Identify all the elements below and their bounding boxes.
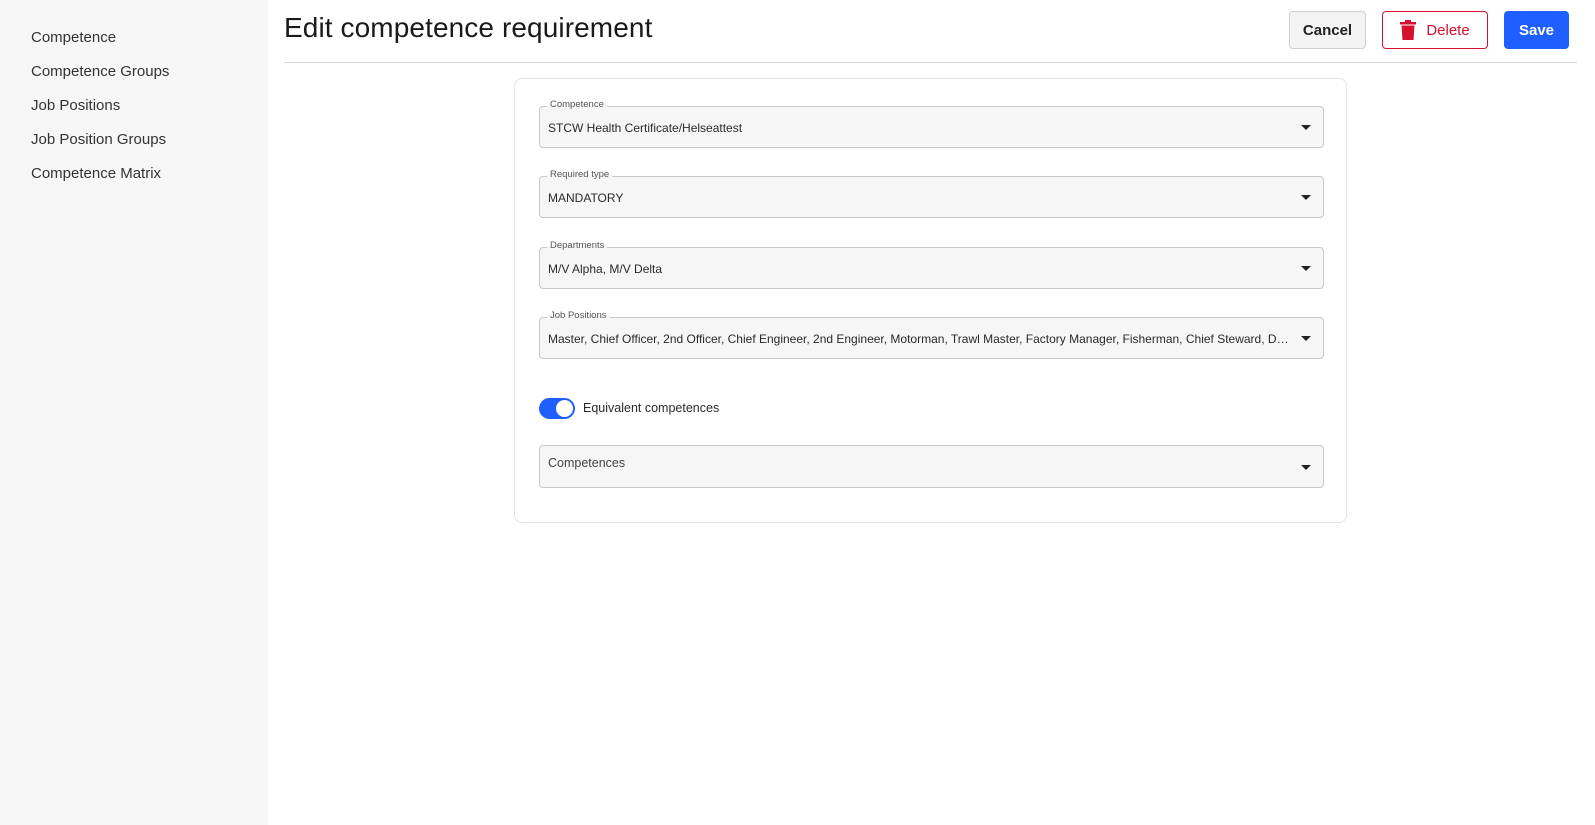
competence-select-value: STCW Health Certificate/Helseattest — [548, 121, 743, 135]
equivalent-competences-toggle[interactable] — [539, 397, 575, 419]
cancel-button-label: Cancel — [1302, 21, 1353, 39]
caret-down-icon — [1301, 336, 1311, 341]
competence-select-label: Competence — [547, 99, 607, 110]
sidebar-item-job-positions[interactable]: Job Positions — [0, 92, 268, 126]
competences-select-placeholder: Competences — [548, 456, 626, 470]
delete-button[interactable]: Delete — [1382, 11, 1488, 49]
main-content: Edit competence requirement Cancel Delet… — [268, 0, 1595, 825]
sidebar-item-competence-matrix[interactable]: Competence Matrix — [0, 160, 268, 194]
job-positions-select-value: Master, Chief Officer, 2nd Officer, Chie… — [548, 332, 1293, 346]
competence-requirement-form: Competence STCW Health Certificate/Helse… — [514, 78, 1347, 523]
caret-down-icon — [1301, 266, 1311, 271]
required-type-select[interactable]: Required type MANDATORY — [539, 169, 1324, 218]
caret-down-icon — [1301, 465, 1311, 470]
sidebar-item-competence[interactable]: Competence — [0, 24, 268, 58]
caret-down-icon — [1301, 195, 1311, 200]
sidebar-item-job-position-groups[interactable]: Job Position Groups — [0, 126, 268, 160]
caret-down-icon — [1301, 125, 1311, 130]
job-positions-select[interactable]: Job Positions Master, Chief Officer, 2nd… — [539, 310, 1324, 359]
competence-select[interactable]: Competence STCW Health Certificate/Helse… — [539, 99, 1324, 148]
delete-button-label: Delete — [1426, 21, 1470, 39]
header-actions: Cancel Delete Save — [1289, 11, 1569, 49]
required-type-select-label: Required type — [547, 169, 613, 180]
sidebar-item-competence-groups[interactable]: Competence Groups — [0, 58, 268, 92]
required-type-select-value: MANDATORY — [548, 191, 624, 205]
save-button[interactable]: Save — [1504, 11, 1569, 49]
equivalent-competences-row: Equivalent competences — [539, 397, 719, 419]
sidebar: Competence Competence Groups Job Positio… — [0, 0, 268, 825]
job-positions-select-label: Job Positions — [547, 310, 610, 321]
trash-icon — [1400, 20, 1417, 40]
departments-select[interactable]: Departments M/V Alpha, M/V Delta — [539, 240, 1324, 289]
competences-select[interactable]: Competences — [539, 445, 1324, 488]
save-button-label: Save — [1518, 21, 1555, 39]
toggle-knob — [556, 399, 573, 417]
page-title: Edit competence requirement — [284, 12, 653, 43]
cancel-button[interactable]: Cancel — [1289, 11, 1366, 49]
page-header: Edit competence requirement Cancel Delet… — [284, 0, 1577, 63]
departments-select-value: M/V Alpha, M/V Delta — [548, 262, 663, 276]
departments-select-label: Departments — [547, 240, 608, 251]
app-root: Competence Competence Groups Job Positio… — [0, 0, 1595, 825]
equivalent-competences-label: Equivalent competences — [583, 401, 720, 415]
